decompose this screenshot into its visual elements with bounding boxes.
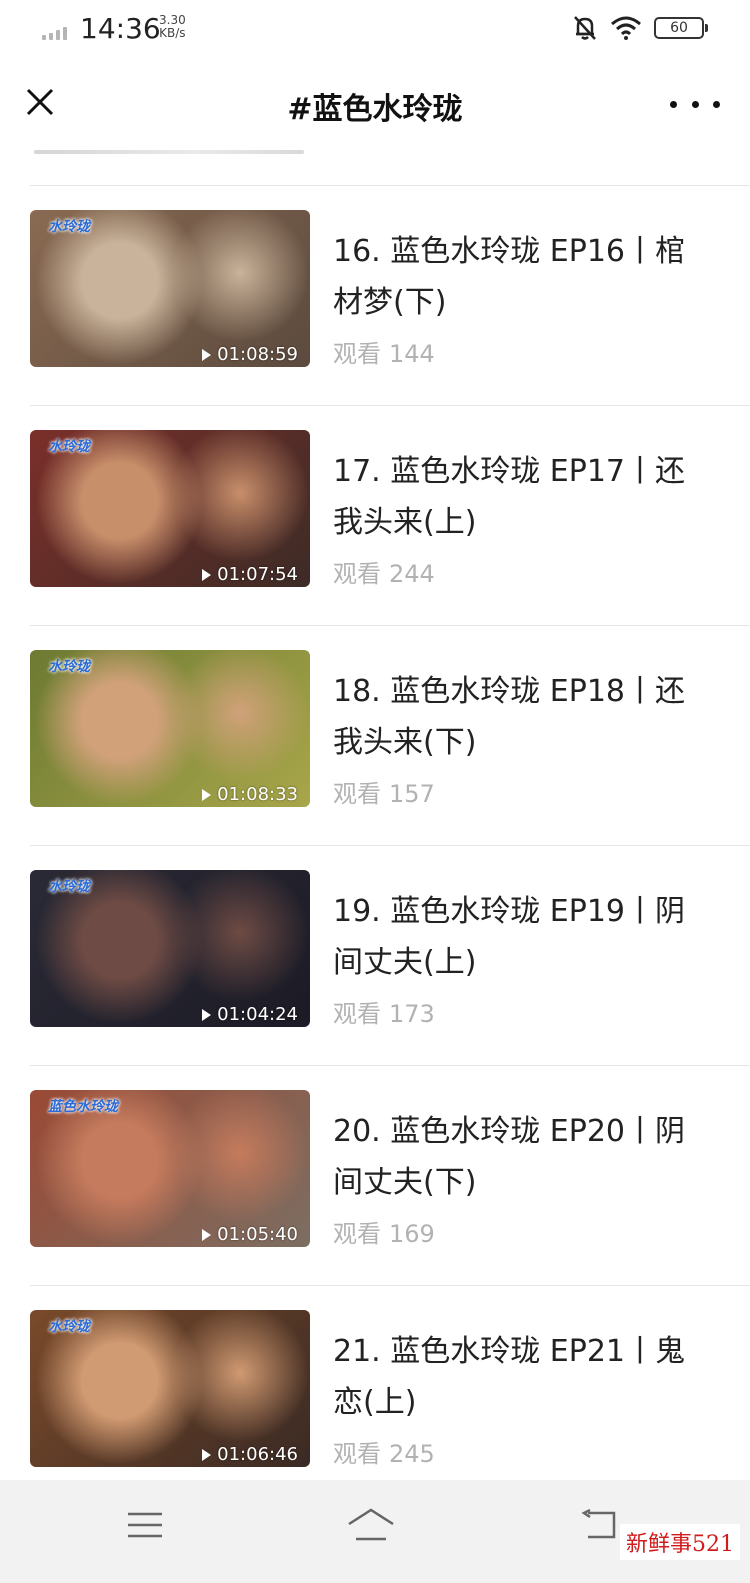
- nav-bar: #蓝色水玲珑: [0, 58, 750, 150]
- view-count: 观看 157: [333, 774, 435, 809]
- view-count: 观看 245: [333, 1434, 435, 1469]
- video-thumbnail[interactable]: 水玲珑 01:08:33: [30, 650, 310, 807]
- video-thumbnail[interactable]: 水玲珑 01:07:54: [30, 430, 310, 587]
- video-thumbnail[interactable]: 蓝色水玲珑 01:05:40: [30, 1090, 310, 1247]
- show-logo: 水玲珑: [48, 879, 90, 895]
- status-time: 14:36: [80, 12, 161, 45]
- video-duration: 01:08:33: [202, 784, 298, 805]
- video-item[interactable]: 水玲珑 01:08:33 18. 蓝色水玲珑 EP18丨还我头来(下) 观看 157: [0, 626, 750, 846]
- view-count-label: 观看: [333, 780, 381, 808]
- video-thumbnail[interactable]: 水玲珑 01:08:59: [30, 210, 310, 367]
- menu-button[interactable]: [115, 1500, 175, 1550]
- status-bar: 14:36 3.30 KB/s 60: [0, 0, 750, 58]
- video-thumbnail[interactable]: 水玲珑 01:06:46: [30, 1310, 310, 1467]
- view-count-label: 观看: [333, 1220, 381, 1248]
- show-logo: 蓝色水玲珑: [48, 1099, 118, 1115]
- play-icon: [202, 1448, 212, 1461]
- show-logo: 水玲珑: [48, 219, 90, 235]
- home-icon: [348, 1508, 394, 1541]
- video-duration: 01:08:59: [202, 344, 298, 365]
- page-title: #蓝色水玲珑: [287, 92, 463, 127]
- video-title[interactable]: 19. 蓝色水玲珑 EP19丨阴间丈夫(上): [333, 886, 703, 988]
- view-count-label: 观看: [333, 560, 381, 588]
- video-thumbnail[interactable]: 水玲珑 01:04:24: [30, 870, 310, 1027]
- menu-icon: [128, 1512, 162, 1538]
- video-duration: 01:05:40: [202, 1224, 298, 1245]
- wifi-icon: [611, 16, 641, 40]
- signal-icon: [42, 26, 67, 40]
- duration-text: 01:07:54: [217, 564, 298, 585]
- duration-text: 01:08:33: [217, 784, 298, 805]
- video-item[interactable]: 水玲珑 01:08:59 16. 蓝色水玲珑 EP16丨棺材梦(下) 观看 144: [0, 186, 750, 406]
- video-title[interactable]: 18. 蓝色水玲珑 EP18丨还我头来(下): [333, 666, 703, 768]
- show-logo: 水玲珑: [48, 439, 90, 455]
- battery-icon: 60: [654, 17, 708, 39]
- more-options-button[interactable]: [670, 86, 720, 122]
- show-logo: 水玲珑: [48, 659, 90, 675]
- play-icon: [202, 788, 212, 801]
- home-button[interactable]: [341, 1500, 401, 1550]
- back-icon: [581, 1509, 616, 1539]
- duration-text: 01:08:59: [217, 344, 298, 365]
- video-item[interactable]: 蓝色水玲珑 01:05:40 20. 蓝色水玲珑 EP20丨阴间丈夫(下) 观看 1…: [0, 1066, 750, 1286]
- show-logo: 水玲珑: [48, 1319, 90, 1335]
- partial-text: [34, 150, 304, 154]
- watermark: 新鲜事521: [620, 1524, 740, 1560]
- video-item[interactable]: 水玲珑 01:04:24 19. 蓝色水玲珑 EP19丨阴间丈夫(上) 观看 173: [0, 846, 750, 1066]
- view-count: 观看 173: [333, 994, 435, 1029]
- play-icon: [202, 348, 212, 361]
- more-dot-icon: [691, 100, 699, 108]
- view-count-value: 157: [389, 780, 435, 808]
- video-title[interactable]: 21. 蓝色水玲珑 EP21丨鬼恋(上): [333, 1326, 703, 1428]
- network-speed-unit: KB/s: [159, 26, 186, 40]
- video-duration: 01:04:24: [202, 1004, 298, 1025]
- bell-off-icon: [574, 16, 596, 40]
- view-count-label: 观看: [333, 1440, 381, 1468]
- view-count-value: 169: [389, 1220, 435, 1248]
- more-dot-icon: [670, 100, 677, 108]
- more-dot-icon: [713, 100, 720, 108]
- view-count-label: 观看: [333, 340, 381, 368]
- partial-list-item[interactable]: [30, 150, 750, 186]
- network-speed: 3.30 KB/s: [159, 14, 186, 40]
- view-count-value: 144: [389, 340, 435, 368]
- duration-text: 01:05:40: [217, 1224, 298, 1245]
- video-item[interactable]: 水玲珑 01:07:54 17. 蓝色水玲珑 EP17丨还我头来(上) 观看 244: [0, 406, 750, 626]
- view-count-label: 观看: [333, 1000, 381, 1028]
- play-icon: [202, 1008, 212, 1021]
- video-list: 水玲珑 01:08:59 16. 蓝色水玲珑 EP16丨棺材梦(下) 观看 144 …: [0, 186, 750, 1506]
- video-title[interactable]: 20. 蓝色水玲珑 EP20丨阴间丈夫(下): [333, 1106, 703, 1208]
- view-count-value: 245: [389, 1440, 435, 1468]
- back-button[interactable]: [568, 1500, 628, 1550]
- video-title[interactable]: 16. 蓝色水玲珑 EP16丨棺材梦(下): [333, 226, 703, 328]
- video-item[interactable]: 水玲珑 01:06:46 21. 蓝色水玲珑 EP21丨鬼恋(上) 观看 245: [0, 1286, 750, 1506]
- screen: 14:36 3.30 KB/s 60 #蓝色水玲珑 水玲珑 01:08:59 1…: [0, 0, 750, 1583]
- view-count: 观看 244: [333, 554, 435, 589]
- system-navigation-bar: 新鲜事521: [0, 1480, 750, 1583]
- play-icon: [202, 568, 212, 581]
- view-count-value: 244: [389, 560, 435, 588]
- video-title[interactable]: 17. 蓝色水玲珑 EP17丨还我头来(上): [333, 446, 703, 548]
- video-duration: 01:07:54: [202, 564, 298, 585]
- video-duration: 01:06:46: [202, 1444, 298, 1465]
- duration-text: 01:04:24: [217, 1004, 298, 1025]
- view-count-value: 173: [389, 1000, 435, 1028]
- view-count: 观看 144: [333, 334, 435, 369]
- duration-text: 01:06:46: [217, 1444, 298, 1465]
- view-count: 观看 169: [333, 1214, 435, 1249]
- play-icon: [202, 1228, 212, 1241]
- status-icons: 60: [572, 14, 708, 42]
